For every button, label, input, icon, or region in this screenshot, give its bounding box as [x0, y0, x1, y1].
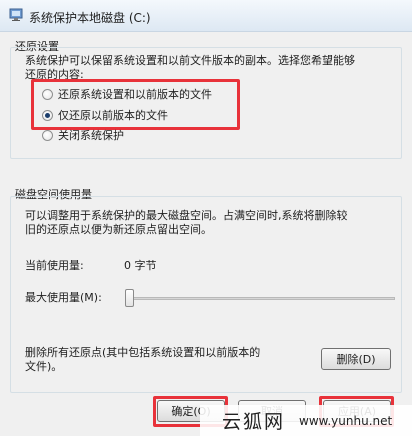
- max-usage-slider-track[interactable]: [130, 297, 395, 300]
- delete-description-line2: 文件)。: [25, 360, 63, 373]
- radio-unselected-icon: [42, 129, 53, 141]
- watermark: 云狐网 www.yunhu.net: [200, 405, 412, 436]
- disk-description-line2: 旧的还原点以便为新还原点留出空间。: [25, 223, 212, 236]
- radio-unselected-icon: [42, 88, 53, 100]
- radio-restore-files-only[interactable]: 仅还原以前版本的文件: [42, 106, 168, 124]
- max-usage-slider-thumb[interactable]: [125, 289, 134, 307]
- radio-selected-icon: [42, 109, 53, 121]
- watermark-brand: 云狐网: [222, 411, 286, 433]
- radio-label: 仅还原以前版本的文件: [58, 109, 168, 122]
- radio-label: 关闭系统保护: [58, 129, 124, 142]
- watermark-url: www.yunhu.net: [299, 413, 393, 428]
- max-usage-label: 最大使用量(M):: [25, 291, 102, 304]
- radio-label: 还原系统设置和以前版本的文件: [58, 88, 212, 101]
- current-usage-label: 当前使用量:: [25, 259, 84, 272]
- delete-button[interactable]: 删除(D): [321, 348, 391, 370]
- radio-restore-settings-and-files[interactable]: 还原系统设置和以前版本的文件: [42, 85, 212, 103]
- window-title: 系统保护本地磁盘 (C:): [29, 11, 151, 25]
- computer-icon: [9, 8, 23, 21]
- radio-turn-off-protection[interactable]: 关闭系统保护: [42, 126, 124, 144]
- title-bar: 系统保护本地磁盘 (C:): [0, 0, 412, 32]
- current-usage-value: 0 字节: [124, 259, 157, 272]
